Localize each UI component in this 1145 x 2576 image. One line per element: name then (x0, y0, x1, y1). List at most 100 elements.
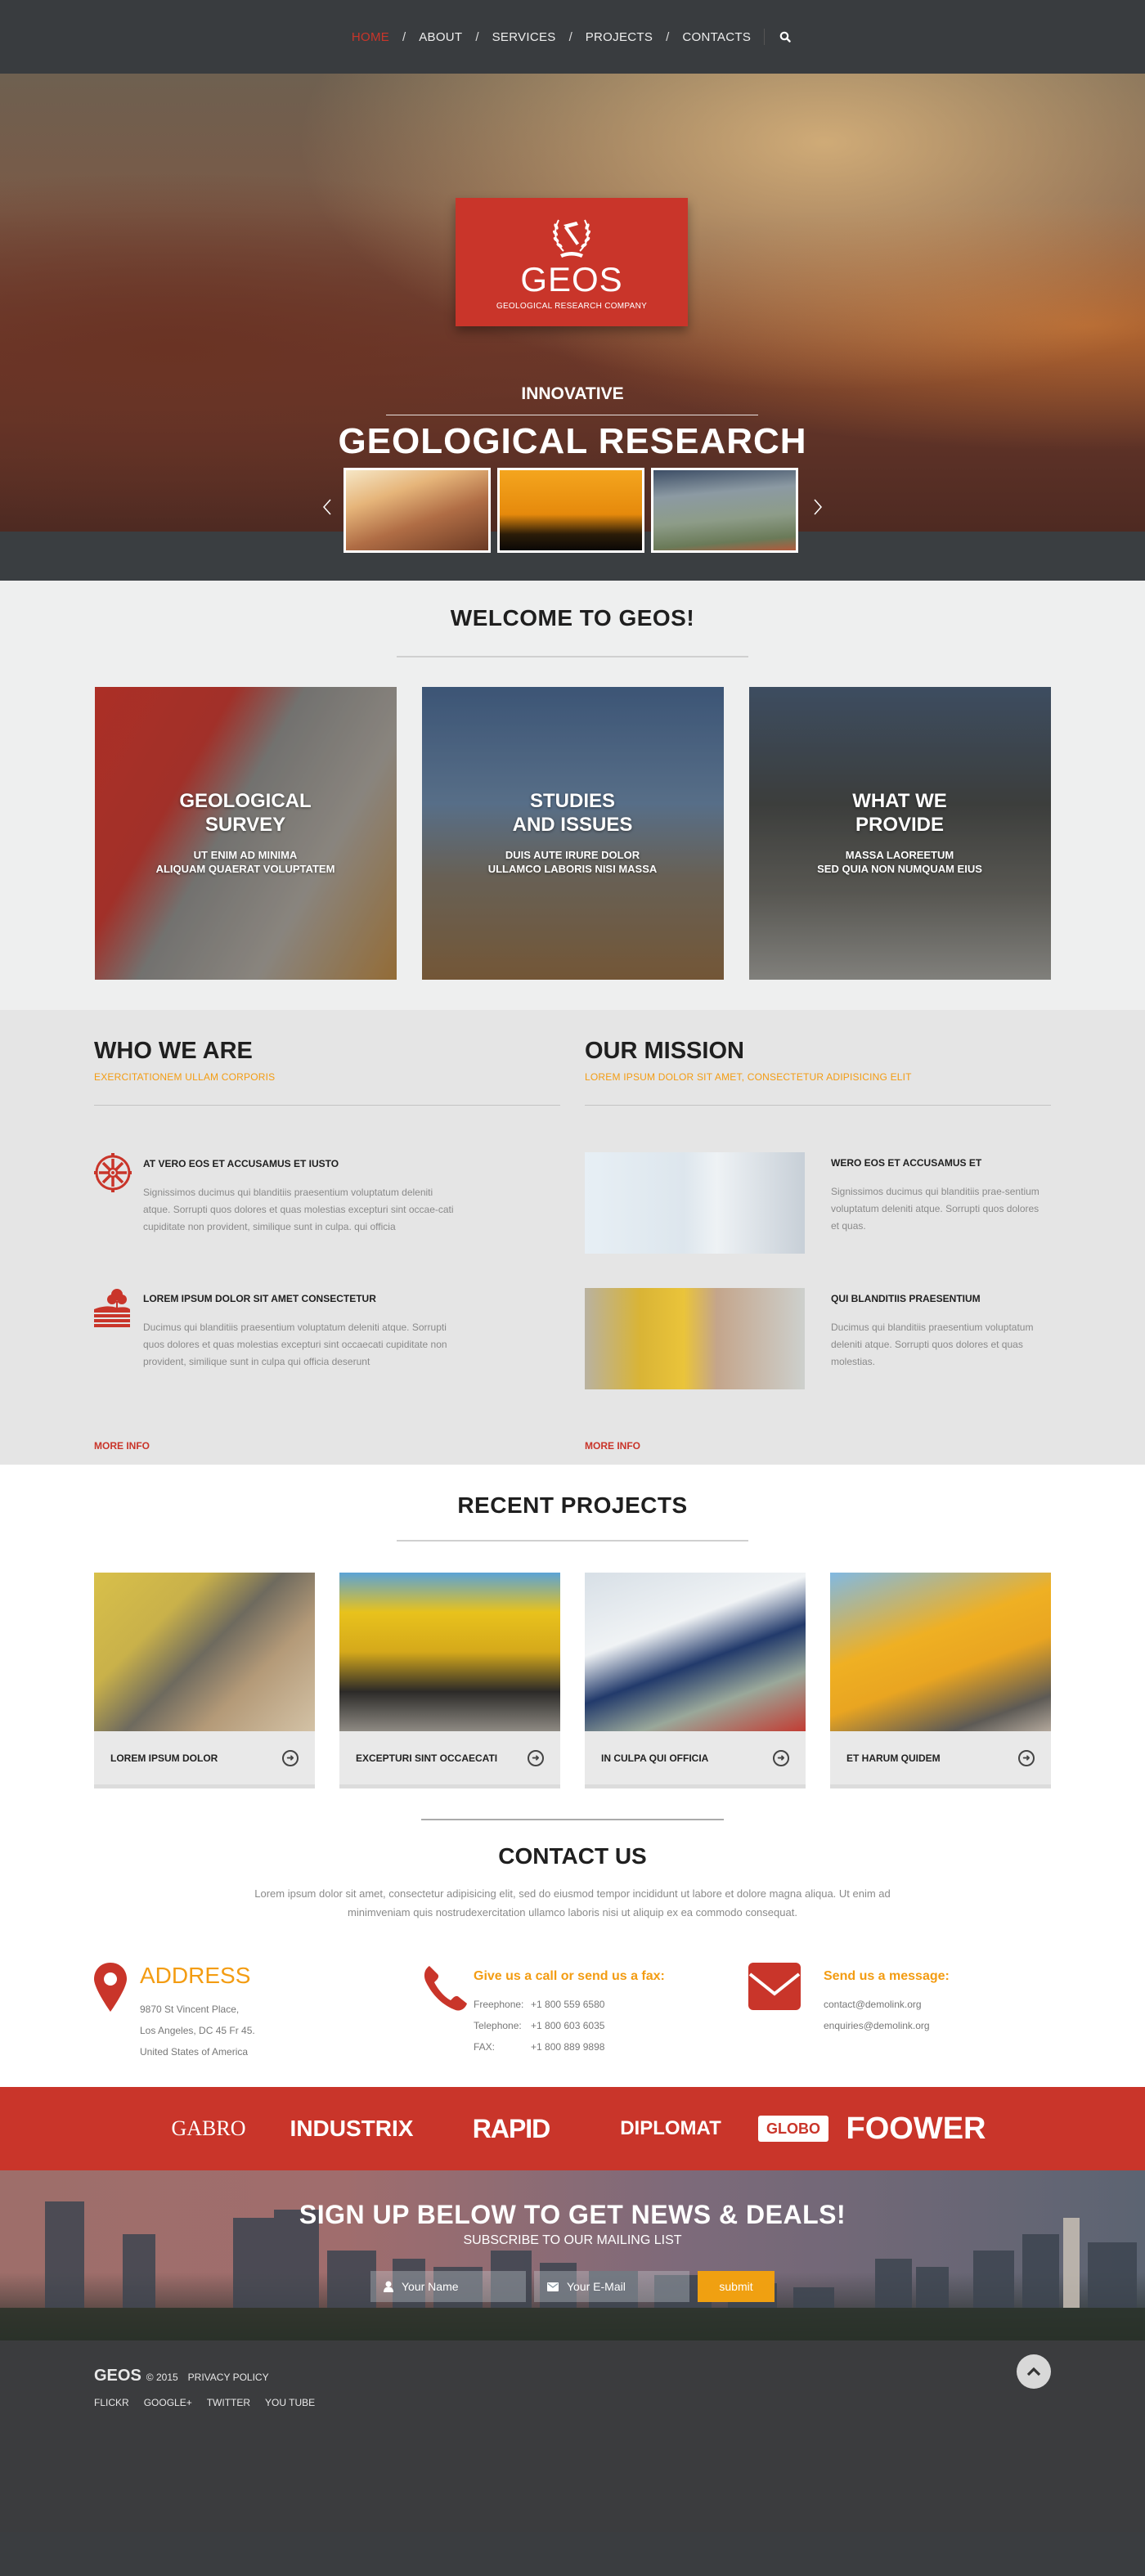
slider-next-button[interactable] (813, 493, 823, 521)
partner-logo-globo[interactable]: GLOBO (752, 2115, 834, 2142)
welcome-card-what-we-provide[interactable]: WHAT WE PROVIDE MASSA LAOREETUM SED QUIA… (748, 687, 1051, 980)
arrow-right-circle-icon[interactable]: ➜ (528, 1749, 544, 1766)
back-to-top-button[interactable] (1017, 2354, 1051, 2389)
footer-link-google-plus[interactable]: GOOGLE+ (144, 2397, 192, 2408)
slider-thumbnail[interactable] (497, 468, 644, 553)
feature-item: LOREM IPSUM DOLOR SIT AMET CONSECTETUR D… (94, 1288, 560, 1371)
project-image (830, 1573, 1051, 1731)
project-card[interactable]: IN CULPA QUI OFFICIA ➜ (585, 1573, 806, 1788)
partner-logo-gabro[interactable]: GABRO (147, 2116, 270, 2141)
recent-projects-section: RECENT PROJECTS LOREM IPSUM DOLOR ➜ EXCEP… (0, 1465, 1145, 1819)
footer-link-flickr[interactable]: FLICKR (94, 2397, 129, 2408)
partner-logo-foower[interactable]: FOOWER (834, 2112, 998, 2147)
partner-logo-rapid[interactable]: RAPID (433, 2114, 589, 2144)
welcome-card-geological-survey[interactable]: GEOLOGICAL SURVEY UT ENIM AD MINIMA ALIQ… (94, 687, 397, 980)
project-title: EXCEPTURI SINT OCCAECATI (356, 1752, 498, 1764)
email-block: Send us a message: contact@demolink.org … (748, 1963, 950, 2062)
worker-photo (585, 1288, 805, 1389)
hero-title: GEOLOGICAL RESEARCH (338, 421, 807, 461)
email-input[interactable] (567, 2280, 681, 2293)
envelope-icon (547, 2282, 559, 2291)
title-divider (397, 656, 748, 657)
card-title: STUDIES AND ISSUES (512, 790, 633, 837)
phone-value[interactable]: +1 800 603 6035 (531, 2020, 604, 2031)
search-button[interactable] (777, 29, 793, 45)
privacy-policy-link[interactable]: PRIVACY POLICY (188, 2372, 269, 2383)
footer-link-twitter[interactable]: TWITTER (207, 2397, 250, 2408)
nav-item-about[interactable]: ABOUT (419, 30, 462, 44)
card-subtitle: MASSA LAOREETUM SED QUIA NON NUMQUAM EIU… (817, 848, 982, 875)
our-mission-more-info-link[interactable]: MORE INFO (585, 1440, 640, 1452)
card-title: WHAT WE PROVIDE (852, 790, 947, 837)
phone-value[interactable]: +1 800 559 6580 (531, 1999, 604, 2010)
email-field[interactable] (534, 2271, 689, 2302)
phone-value[interactable]: +1 800 889 9898 (531, 2041, 604, 2053)
project-card[interactable]: ET HARUM QUIDEM ➜ (830, 1573, 1051, 1788)
social-links: FLICKR GOOGLE+ TWITTER YOU TUBE (94, 2397, 1145, 2408)
arrow-right-circle-icon[interactable]: ➜ (1018, 1749, 1035, 1766)
footer-brand: GEOS (94, 2367, 141, 2385)
name-input[interactable] (402, 2280, 516, 2293)
phone-block: Give us a call or send us a fax: Freepho… (421, 1963, 748, 2062)
about-section: WHO WE ARE EXERCITATIONEM ULLAM CORPORIS (0, 1010, 1145, 1465)
address-line: United States of America (140, 2046, 249, 2058)
search-icon (779, 31, 791, 43)
mission-title: WERO EOS ET ACCUSAMUS ET (831, 1157, 982, 1169)
our-mission-subtitle: LOREM IPSUM DOLOR SIT AMET, CONSECTETUR … (585, 1071, 912, 1083)
newsletter-form: submit (0, 2271, 1145, 2302)
phone-line: Freephone: +1 800 559 6580 (474, 1994, 665, 2015)
top-navigation: HOME / ABOUT / SERVICES / PROJECTS / CONTACT… (0, 0, 1145, 74)
who-we-are-more-info-link[interactable]: MORE INFO (94, 1440, 150, 1452)
arrow-right-circle-icon[interactable]: ➜ (773, 1749, 789, 1766)
email-link[interactable]: enquiries@demolink.org (824, 2015, 950, 2036)
tree-terrain-icon (94, 1289, 130, 1327)
phone-line: Telephone: +1 800 603 6035 (474, 2015, 665, 2036)
mission-title: QUI BLANDITIIS PRAESENTIUM (831, 1293, 981, 1304)
slider-thumbnail[interactable] (344, 468, 491, 553)
welcome-card-studies-issues[interactable]: STUDIES AND ISSUES DUIS AUTE IRURE DOLOR… (421, 687, 724, 980)
footer-link-youtube[interactable]: YOU TUBE (265, 2397, 315, 2408)
slider-prev-button[interactable] (322, 493, 332, 521)
phone-heading: Give us a call or send us a fax: (474, 1969, 665, 1983)
project-image (585, 1573, 806, 1731)
divider (585, 1105, 1051, 1106)
map-pin-icon (94, 1963, 127, 2012)
feature-title: LOREM IPSUM DOLOR SIT AMET CONSECTETUR (143, 1293, 376, 1304)
who-we-are-title: WHO WE ARE (94, 1038, 253, 1064)
slider-thumbnail[interactable] (651, 468, 798, 553)
who-we-are-subtitle: EXERCITATIONEM ULLAM CORPORIS (94, 1071, 276, 1083)
partner-logos: GABRO INDUSTRIX RAPID DIPLOMAT GLOBO FOO… (0, 2087, 1145, 2170)
address-heading: ADDRESS (140, 1963, 251, 1988)
partner-logo-industrix[interactable]: INDUSTRIX (270, 2116, 433, 2142)
project-title: IN CULPA QUI OFFICIA (601, 1752, 709, 1764)
submit-button[interactable]: submit (698, 2271, 775, 2302)
project-title: LOREM IPSUM DOLOR (110, 1752, 218, 1764)
mission-item: QUI BLANDITIIS PRAESENTIUM Ducimus qui b… (585, 1288, 1051, 1389)
logo[interactable]: GEOS GEOLOGICAL RESEARCH COMPANY (456, 198, 688, 326)
name-field[interactable] (370, 2271, 526, 2302)
welcome-title: WELCOME TO GEOS! (450, 605, 695, 631)
nav-item-contacts[interactable]: CONTACTS (682, 30, 751, 44)
nav-divider (764, 29, 766, 45)
mission-item: WERO EOS ET ACCUSAMUS ET Signissimos duc… (585, 1152, 1051, 1254)
address-line: Los Angeles, DC 45 Fr 45. (140, 2025, 255, 2036)
project-image (339, 1573, 560, 1731)
welcome-cards: GEOLOGICAL SURVEY UT ENIM AD MINIMA ALIQ… (0, 687, 1145, 980)
partner-logo-globo-text: GLOBO (758, 2115, 828, 2142)
contact-title: CONTACT US (498, 1843, 647, 1869)
address-block: ADDRESS 9870 St Vincent Place, Los Angel… (94, 1963, 421, 2062)
project-card[interactable]: EXCEPTURI SINT OCCAECATI ➜ (339, 1573, 560, 1788)
project-image (94, 1573, 315, 1731)
nav-separator: / (568, 29, 572, 44)
chevron-right-icon (814, 499, 823, 515)
nav-item-services[interactable]: SERVICES (492, 30, 556, 44)
project-card[interactable]: LOREM IPSUM DOLOR ➜ (94, 1573, 315, 1788)
nav-item-projects[interactable]: PROJECTS (586, 30, 653, 44)
footer-copyright: © 2015 (146, 2372, 178, 2383)
nav-item-home[interactable]: HOME (352, 30, 389, 44)
contact-intro: Lorem ipsum dolor sit amet, consectetur … (254, 1887, 891, 1919)
email-link[interactable]: contact@demolink.org (824, 1994, 950, 2015)
arrow-right-circle-icon[interactable]: ➜ (282, 1749, 299, 1766)
mission-text: Signissimos ducimus qui blanditiis prae-… (831, 1186, 1039, 1232)
partner-logo-diplomat[interactable]: DIPLOMAT (589, 2117, 752, 2140)
